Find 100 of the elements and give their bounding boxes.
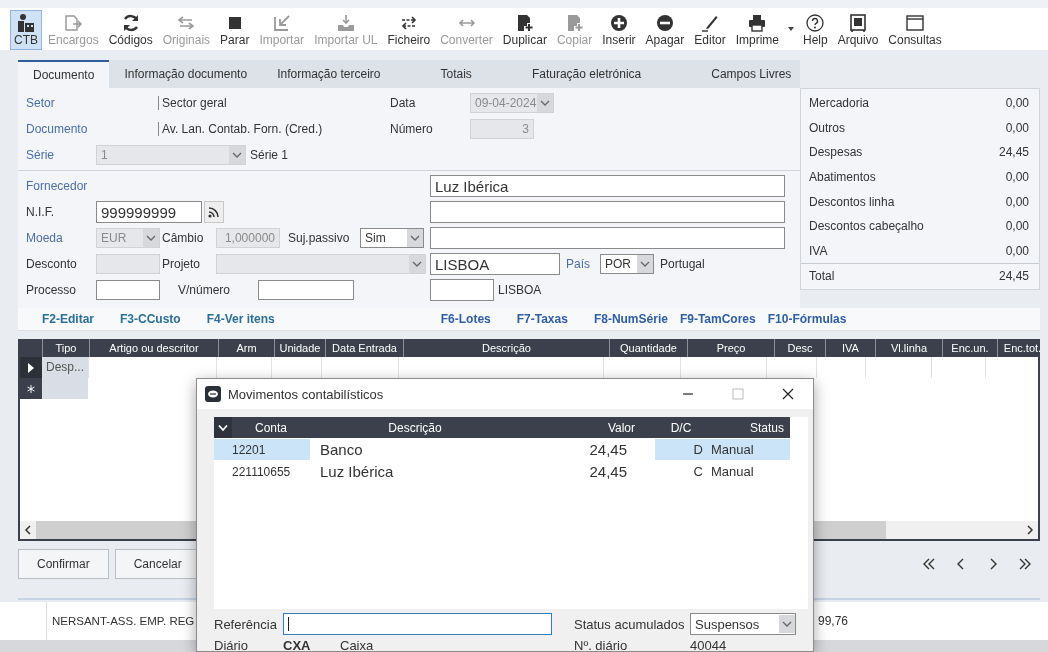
column-header[interactable]: Preço <box>687 339 774 357</box>
caret-icon <box>779 615 795 633</box>
field-label: Processo <box>26 283 78 297</box>
shortcut-link[interactable]: F3-CCusto <box>120 312 181 326</box>
table-cell <box>42 378 88 399</box>
maximize-icon <box>732 388 744 400</box>
input-field[interactable] <box>96 280 160 300</box>
dropdown[interactable]: Suspensos <box>690 613 796 635</box>
tab[interactable]: Documento <box>18 60 110 88</box>
tab[interactable]: Faturação eletrónica <box>516 60 657 88</box>
total-label: Descontos linha <box>809 194 895 209</box>
input-field[interactable] <box>430 279 494 301</box>
column-header[interactable]: Quantidade <box>609 339 687 357</box>
toolbar-button[interactable]: Códigos <box>104 10 157 50</box>
column-header[interactable]: Enc.un. <box>942 339 997 357</box>
field-label: Diário <box>214 637 249 651</box>
field-label[interactable]: Documento <box>26 122 158 136</box>
input-field[interactable] <box>283 613 552 635</box>
row-header[interactable] <box>20 357 42 378</box>
toolbar-button[interactable]: Imprime <box>731 10 783 50</box>
column-header[interactable]: Arm <box>218 339 274 357</box>
column-header[interactable]: Conta <box>232 420 310 435</box>
field-value: Sector geral <box>158 96 390 110</box>
caret-icon <box>409 255 425 273</box>
import-icon <box>271 13 292 33</box>
column-header[interactable]: Desc <box>774 339 825 357</box>
total-value: 0,00 <box>1005 243 1029 258</box>
tray-icon <box>335 13 356 33</box>
table-cell: Manual <box>707 439 790 460</box>
toolbar-button[interactable]: Ficheiro <box>383 10 435 50</box>
field-label: Número <box>390 122 434 136</box>
column-header[interactable]: Descrição <box>310 420 520 435</box>
toolbar-button[interactable]: Apagar <box>641 10 689 50</box>
column-header[interactable]: D/C <box>655 420 707 435</box>
action-button[interactable]: Confirmar <box>18 549 109 579</box>
last-page-icon <box>1018 557 1032 571</box>
toolbar-button[interactable]: Consultas <box>884 10 946 50</box>
caret-icon[interactable] <box>787 25 795 33</box>
help-icon <box>805 13 826 33</box>
field-label[interactable]: Setor <box>26 96 158 110</box>
column-header[interactable]: Descrição <box>403 339 609 357</box>
field-label: Referência <box>214 616 278 632</box>
close-icon <box>782 388 794 400</box>
shortcut-link[interactable]: F7-Taxas <box>516 312 568 326</box>
tab[interactable]: Informação documento <box>109 60 263 88</box>
total-label: Despesas <box>809 145 863 160</box>
field-label: Nº. diário <box>574 637 629 651</box>
column-header[interactable]: Vl.linha <box>875 339 942 357</box>
tab[interactable]: Campos Livres <box>696 60 807 88</box>
column-menu-button[interactable] <box>214 417 232 438</box>
field-value: Av. Lan. Contab. Forn. (Cred.) <box>158 122 390 136</box>
total-label: Descontos cabeçalho <box>809 219 924 234</box>
total-value: 0,00 <box>1005 120 1029 135</box>
input-field[interactable] <box>258 280 354 300</box>
shortcut-link[interactable]: F4-Ver itens <box>206 312 275 326</box>
column-header[interactable]: Status <box>707 420 790 435</box>
field-label: Data <box>390 96 417 110</box>
shortcut-link[interactable]: F9-TamCores <box>679 312 756 326</box>
field-label[interactable]: País <box>566 257 600 271</box>
toolbar-button[interactable]: CTB <box>10 10 42 50</box>
input-field[interactable] <box>430 201 785 223</box>
window-icon <box>905 13 926 33</box>
caret-icon <box>637 255 653 273</box>
input-field[interactable]: 999999999 <box>96 201 202 223</box>
field-value: LISBOA <box>498 283 542 297</box>
toolbar-button[interactable]: Editor <box>690 10 730 50</box>
column-header[interactable]: Unidade <box>274 339 325 357</box>
shortcut-link[interactable]: F6-Lotes <box>440 312 491 326</box>
total-label: Mercadoria <box>809 96 870 111</box>
field-label: V/número <box>178 283 232 297</box>
caret-icon <box>537 94 553 112</box>
tab[interactable]: Totais <box>425 60 487 88</box>
column-header[interactable]: Data Entrada <box>325 339 403 357</box>
shortcut-link[interactable]: F10-Fórmulas <box>767 312 847 326</box>
tab[interactable]: Informação terceiro <box>262 60 396 88</box>
input-field[interactable]: LISBOA <box>430 253 560 275</box>
table-cell: 12201 <box>214 439 310 460</box>
column-header[interactable]: Enc.tot. <box>997 339 1047 357</box>
column-header[interactable]: Valor <box>520 420 655 435</box>
field-label[interactable]: Fornecedor <box>26 179 88 193</box>
minus-circle-icon <box>654 13 675 33</box>
lookup-button[interactable] <box>204 201 224 223</box>
column-header[interactable]: IVA <box>825 339 875 357</box>
total-label: Abatimentos <box>809 170 876 185</box>
user-icon <box>16 13 36 33</box>
dropdown[interactable]: Sim <box>360 228 424 248</box>
total-label: Outros <box>809 120 845 135</box>
shortcut-link[interactable]: F8-NumSérie <box>593 312 668 326</box>
column-header[interactable]: Artigo ou descritor <box>89 339 218 357</box>
shortcut-link[interactable]: F2-Editar <box>42 312 94 326</box>
toolbar-button[interactable]: Inserir <box>598 10 640 50</box>
chevron-down-icon <box>218 423 228 432</box>
toolbar-button[interactable]: Parar <box>216 10 254 50</box>
toolbar-button[interactable]: Duplicar <box>498 10 551 50</box>
toolbar-button[interactable]: Arquivo <box>833 10 883 50</box>
toolbar-button[interactable]: Help <box>799 10 832 50</box>
dropdown[interactable]: POR <box>600 254 654 274</box>
input-field[interactable]: Luz Ibérica <box>430 175 785 197</box>
field-label: Suj.passivo <box>288 231 351 245</box>
input-field[interactable] <box>430 227 785 249</box>
